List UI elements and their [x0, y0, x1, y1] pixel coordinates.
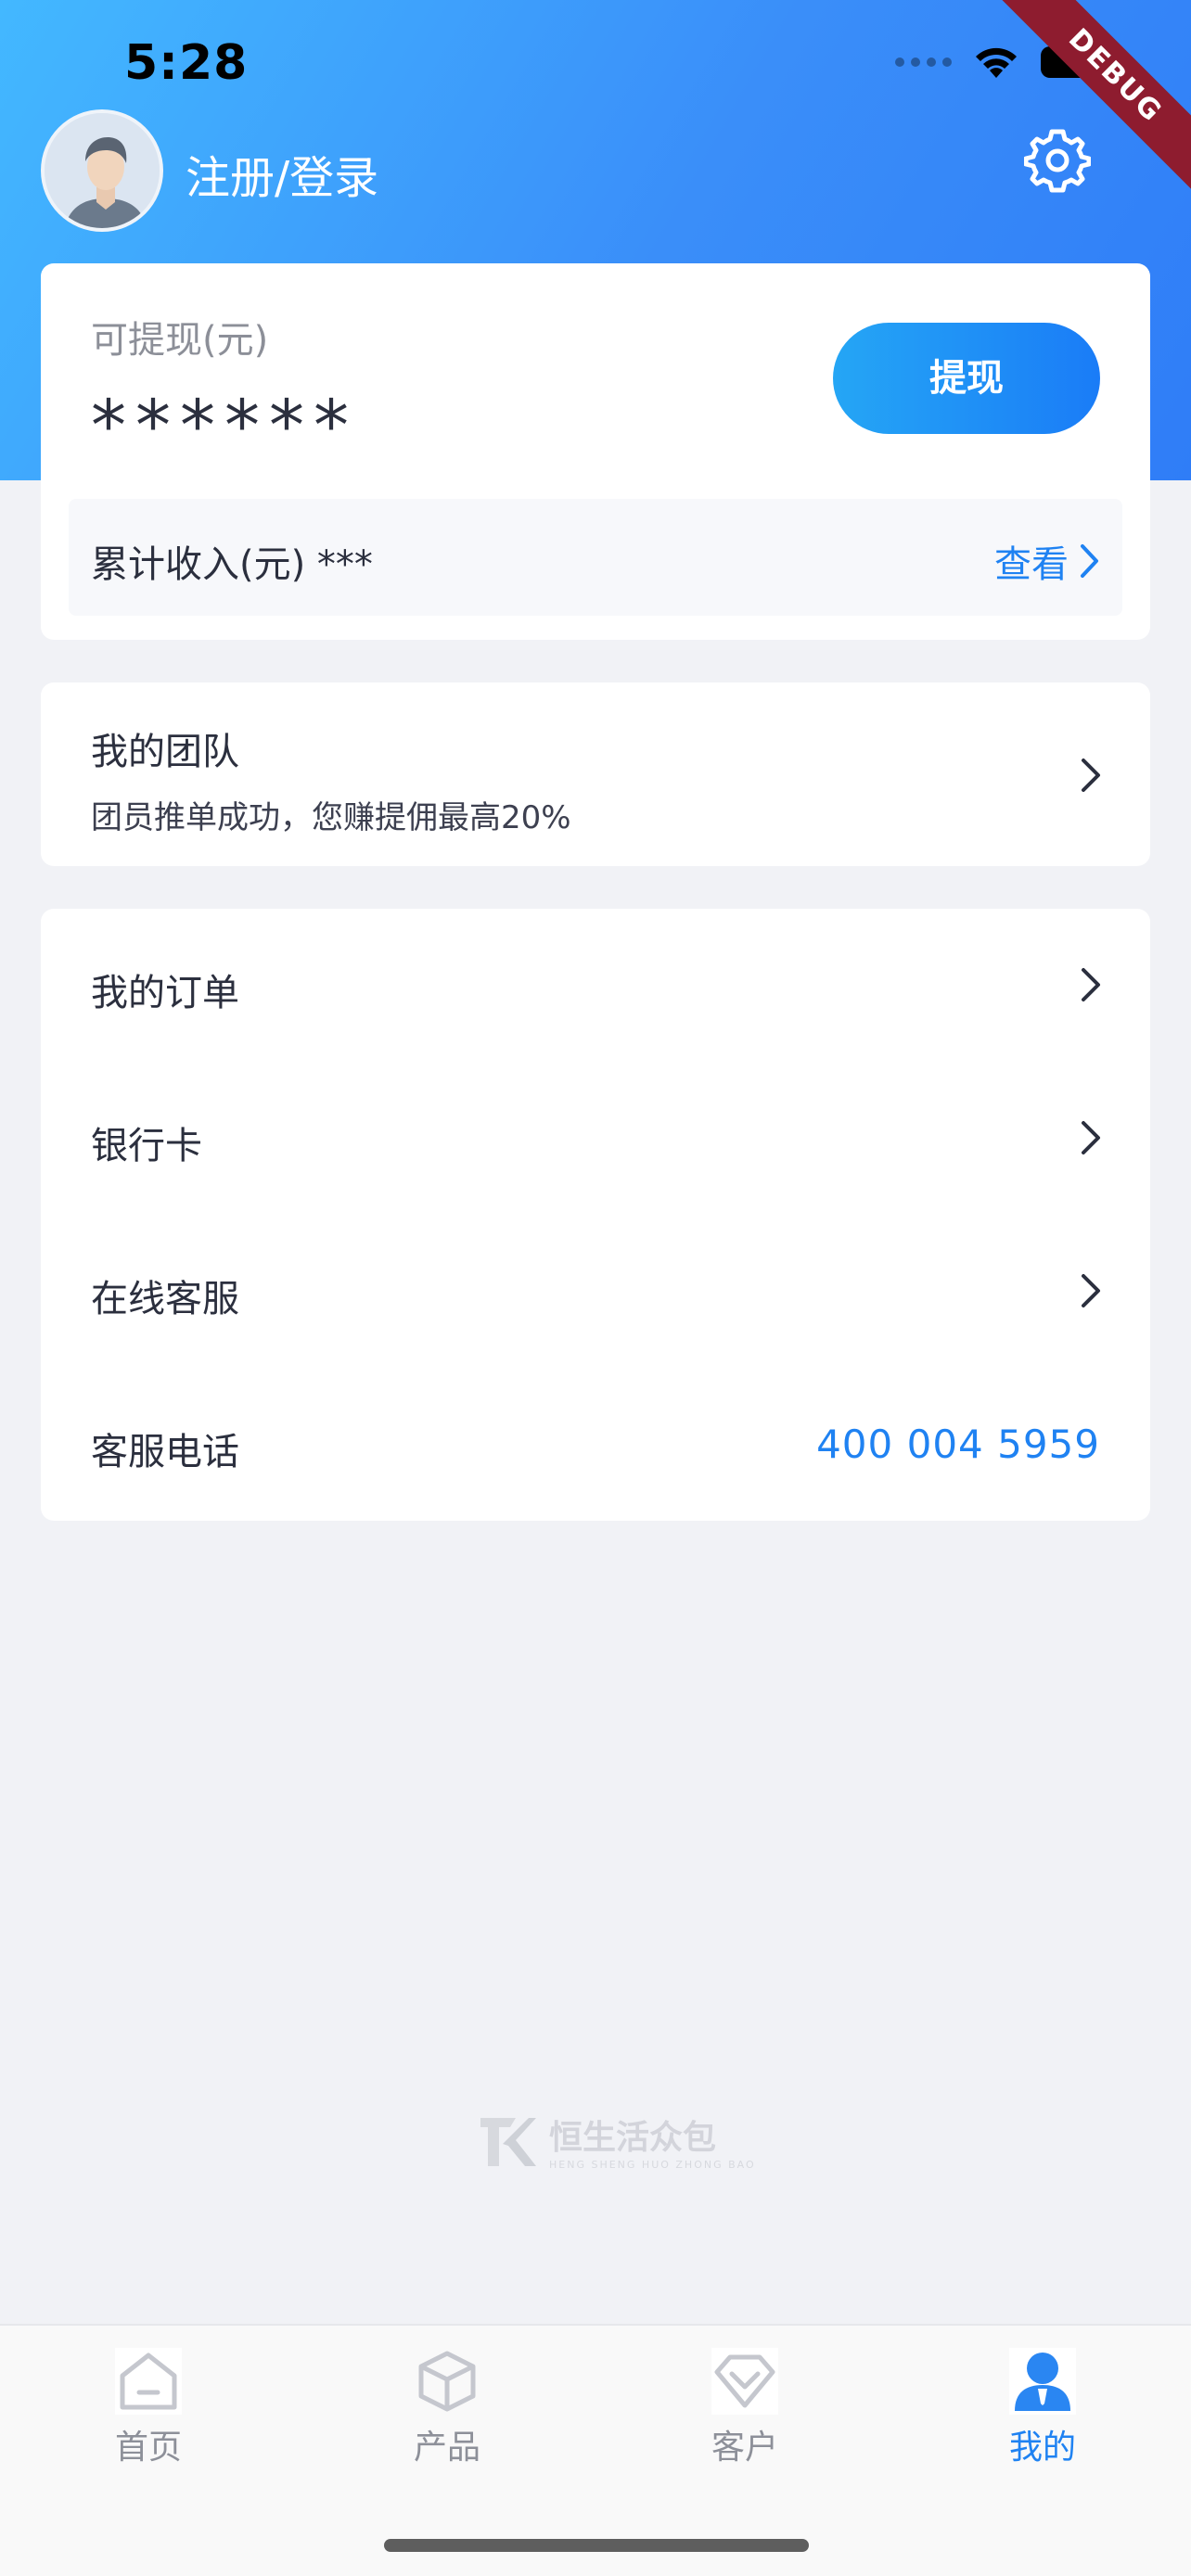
person-icon — [1009, 2348, 1076, 2415]
home-icon — [115, 2348, 182, 2415]
menu-item-label: 银行卡 — [91, 1125, 202, 1167]
wifi-icon — [976, 47, 1017, 78]
withdrawable-amount: ****** — [91, 384, 358, 466]
brand-logo-icon — [480, 2117, 536, 2166]
menu-card: 我的订单 银行卡 在线客服 客服电话 400 004 5959 — [41, 909, 1150, 1521]
tab-label: 首页 — [114, 2429, 182, 2467]
my-team-subtitle: 团员推单成功，您赚提佣最高20% — [91, 799, 571, 836]
tab-customers[interactable]: 客户 — [652, 2348, 838, 2478]
tab-label: 我的 — [1008, 2429, 1076, 2467]
withdraw-button[interactable]: 提现 — [833, 323, 1100, 434]
menu-item-service-phone[interactable]: 客服电话 400 004 5959 — [41, 1368, 1150, 1520]
balance-card: 可提现(元) ****** 提现 累计收入(元) *** 查看 — [41, 263, 1150, 640]
service-phone-number[interactable]: 400 004 5959 — [816, 1422, 1100, 1467]
withdrawable-label: 可提现(元) — [91, 319, 269, 362]
service-phone-label: 客服电话 — [91, 1431, 239, 1473]
brand-name: 恒生活众包 — [549, 2119, 717, 2157]
menu-item-online-service[interactable]: 在线客服 — [41, 1215, 1150, 1367]
chevron-right-icon — [1082, 1274, 1100, 1307]
menu-item-label: 在线客服 — [91, 1278, 239, 1320]
chevron-right-icon — [1082, 759, 1100, 792]
home-indicator — [384, 2539, 809, 2552]
tab-mine[interactable]: 我的 — [950, 2348, 1135, 2478]
tab-products[interactable]: 产品 — [354, 2348, 540, 2478]
chevron-right-icon — [1082, 968, 1100, 1001]
gear-icon — [1023, 129, 1092, 193]
total-income-label: 累计收入(元) *** — [91, 543, 373, 586]
login-register-link[interactable]: 注册/登录 — [186, 141, 378, 206]
settings-button[interactable] — [1023, 126, 1092, 193]
chevron-right-icon — [1081, 544, 1098, 578]
tab-home[interactable]: 首页 — [56, 2348, 241, 2478]
total-income-row: 累计收入(元) *** 查看 — [69, 499, 1122, 616]
brand-watermark: 恒生活众包 HENG SHENG HUO ZHONG BAO — [479, 2111, 756, 2171]
status-time: 5:28 — [124, 35, 249, 91]
menu-item-orders[interactable]: 我的订单 — [41, 909, 1150, 1061]
tab-label: 客户 — [711, 2429, 778, 2467]
view-income-link[interactable]: 查看 — [994, 534, 1100, 588]
my-team-title: 我的团队 — [91, 731, 239, 773]
diamond-icon — [711, 2348, 778, 2415]
chevron-right-icon — [1082, 1121, 1100, 1154]
profile-screen: 5:28 DEBUG 注册/登录 可提现(元) ****** 提现 累计收入(元… — [0, 0, 1191, 2576]
cellular-icon — [895, 57, 952, 67]
view-income-label: 查看 — [994, 543, 1069, 586]
cube-icon — [418, 2351, 476, 2412]
menu-item-label: 我的订单 — [91, 972, 239, 1014]
tab-label: 产品 — [413, 2429, 480, 2467]
my-team-card[interactable]: 我的团队 团员推单成功，您赚提佣最高20% — [41, 682, 1150, 866]
brand-subtitle: HENG SHENG HUO ZHONG BAO — [549, 2159, 756, 2171]
menu-item-bank-card[interactable]: 银行卡 — [41, 1062, 1150, 1214]
avatar[interactable] — [41, 109, 163, 232]
